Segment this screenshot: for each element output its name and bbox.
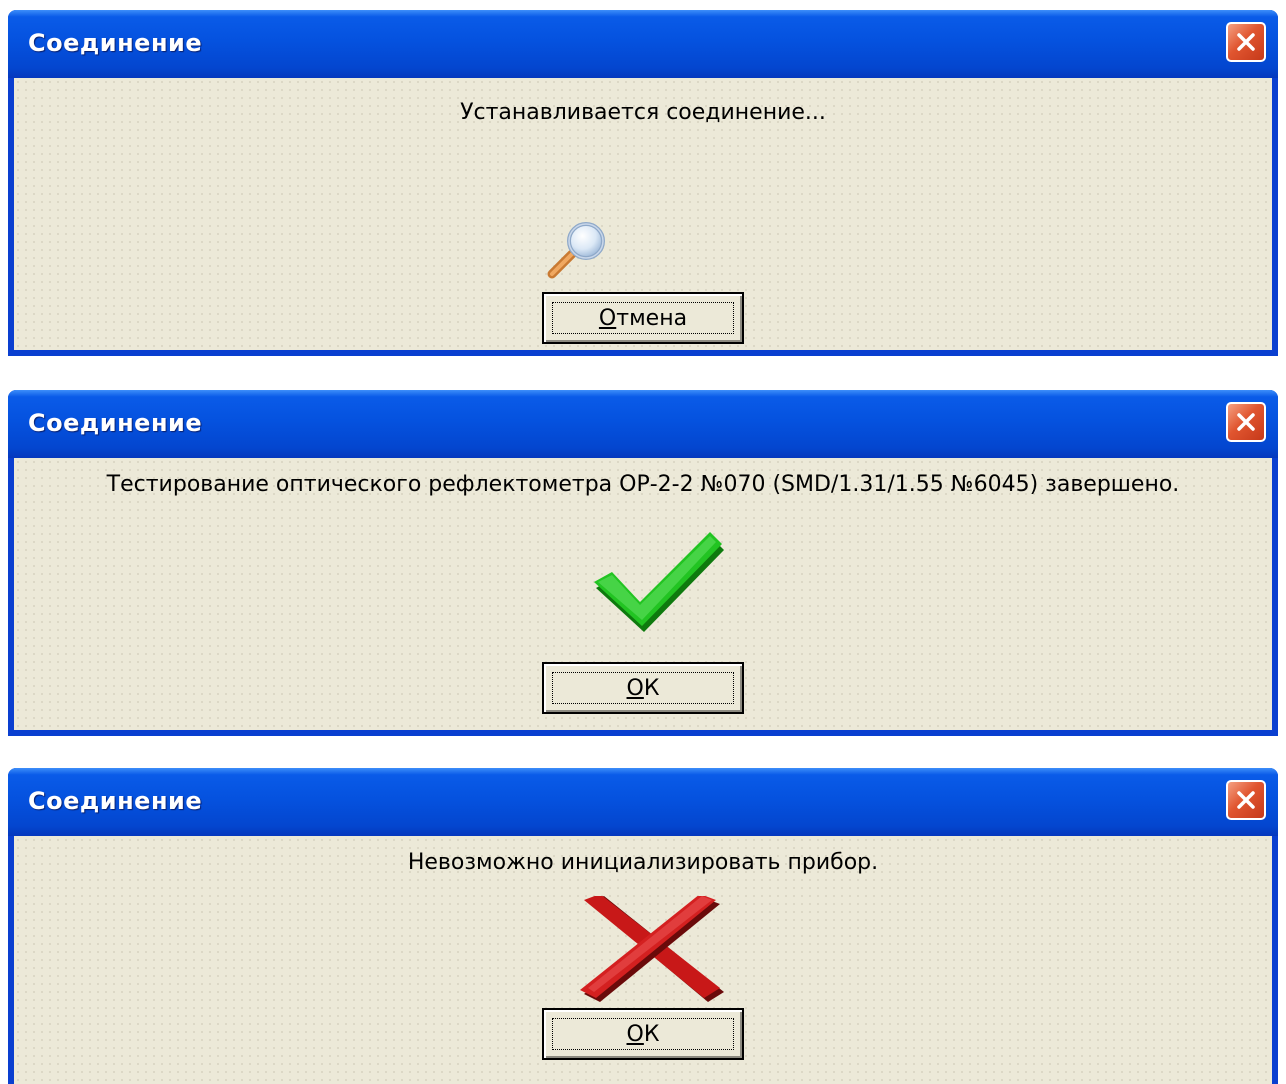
title-bar[interactable]: Соединение: [8, 768, 1278, 836]
dialog-title: Соединение: [28, 29, 203, 57]
cancel-button[interactable]: Отмена: [542, 292, 744, 344]
title-bar[interactable]: Соединение: [8, 10, 1278, 78]
close-button[interactable]: [1226, 402, 1266, 442]
close-button[interactable]: [1226, 22, 1266, 62]
dialog-body: Тестирование оптического рефлектометра О…: [14, 458, 1272, 730]
error-cross-icon: [580, 896, 724, 1002]
error-dialog: Соединение Невозможно инициализировать п…: [8, 768, 1278, 1084]
close-icon: [1237, 413, 1255, 431]
ok-button[interactable]: ОК: [542, 662, 744, 714]
ok-button-label: ОК: [626, 1022, 660, 1047]
magnifier-icon: [547, 222, 605, 279]
test-complete-dialog: Соединение Тестирование оптического рефл…: [8, 390, 1278, 736]
status-message: Устанавливается соединение...: [460, 100, 826, 125]
error-message: Невозможно инициализировать прибор.: [407, 850, 879, 875]
close-button[interactable]: [1226, 780, 1266, 820]
dialog-title: Соединение: [28, 409, 203, 437]
status-message: Тестирование оптического рефлектометра О…: [106, 472, 1180, 497]
checkmark-icon: [594, 532, 724, 632]
ok-button-label: ОК: [626, 676, 660, 701]
ok-button[interactable]: ОК: [542, 1008, 744, 1060]
close-icon: [1237, 791, 1255, 809]
cancel-button-label: Отмена: [598, 306, 688, 331]
close-icon: [1237, 33, 1255, 51]
dialog-body: Невозможно инициализировать прибор. ОК: [14, 836, 1272, 1084]
dialog-body: Устанавливается соединение... Отмена: [14, 78, 1272, 350]
connecting-dialog: Соединение Устанавливается соединение...: [8, 10, 1278, 356]
dialog-title: Соединение: [28, 787, 203, 815]
title-bar[interactable]: Соединение: [8, 390, 1278, 458]
